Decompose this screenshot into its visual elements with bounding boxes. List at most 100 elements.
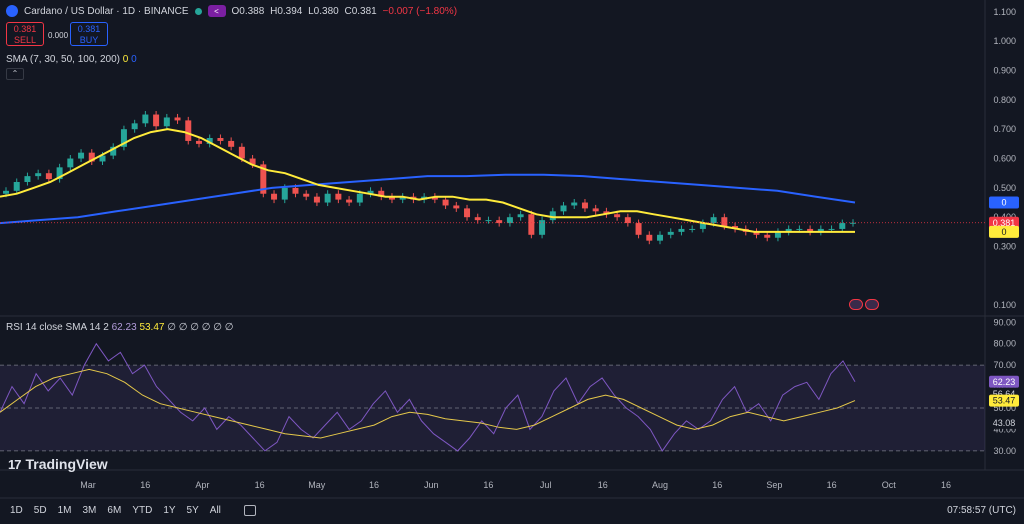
time-tick-label: 16 <box>483 480 493 490</box>
time-tick-label: Aug <box>652 480 668 490</box>
candle-body <box>689 228 696 230</box>
candle-body <box>217 138 224 141</box>
market-open-icon <box>194 7 202 15</box>
candle-body <box>238 146 245 159</box>
price-tick-label: 0.900 <box>993 66 1016 76</box>
rsi-value: 62.23 <box>111 322 137 333</box>
sma-legend[interactable]: SMA (7, 30, 50, 100, 200) 0 0 <box>6 54 137 65</box>
open-value: O0.388 <box>231 5 265 17</box>
tv-logo-icon: 17 <box>8 456 22 472</box>
candle-body <box>24 176 31 182</box>
candle-body <box>442 199 449 206</box>
cardano-icon <box>6 5 18 17</box>
candle-body <box>292 187 299 194</box>
candle-body <box>313 196 320 203</box>
price-tick-label: 0.800 <box>993 95 1016 105</box>
candle-body <box>657 234 664 241</box>
time-tick-label: Jul <box>540 480 552 490</box>
candle-body <box>506 217 513 224</box>
buy-button[interactable]: 0.381 BUY <box>70 22 108 46</box>
brand-name: TradingView <box>25 456 108 472</box>
range-1m[interactable]: 1M <box>58 505 72 516</box>
candle-body <box>142 114 149 124</box>
low-value: L0.380 <box>308 5 339 17</box>
price-tick-label: 1.100 <box>993 7 1016 17</box>
candle-body <box>474 217 481 221</box>
candle-body <box>549 211 556 221</box>
share-icon[interactable]: < <box>207 5 226 17</box>
candle-body <box>324 193 331 203</box>
candle-body <box>796 228 803 230</box>
time-tick-label: Oct <box>882 480 897 490</box>
candle-body <box>667 231 674 235</box>
candle-body <box>13 182 20 191</box>
candle-body <box>281 187 288 200</box>
candle-body <box>539 220 546 235</box>
rsi-sma-value: 53.47 <box>139 322 165 333</box>
candle-body <box>528 214 535 235</box>
sell-price: 0.381 <box>13 24 37 34</box>
candle-body <box>839 223 846 229</box>
candle-body <box>153 114 160 127</box>
symbol-title[interactable]: Cardano / US Dollar · 1D · BINANCE <box>24 6 189 17</box>
utc-clock[interactable]: 07:58:57 (UTC) <box>947 505 1016 516</box>
candle-body <box>624 217 631 224</box>
candle-body <box>517 214 524 218</box>
time-tick-label: Mar <box>80 480 96 490</box>
time-tick-label: 16 <box>369 480 379 490</box>
candle-body <box>78 152 85 159</box>
candle-body <box>163 117 170 127</box>
range-6m[interactable]: 6M <box>107 505 121 516</box>
time-tick-label: May <box>308 480 326 490</box>
us-flag-icon[interactable] <box>865 299 879 310</box>
rsi-value-label: 62.23 <box>993 377 1016 387</box>
range-5y[interactable]: 5Y <box>187 505 199 516</box>
range-5d[interactable]: 5D <box>34 505 47 516</box>
candle-body <box>614 214 621 218</box>
rsi-tick-label: 90.00 <box>993 317 1016 327</box>
buy-price: 0.381 <box>77 24 101 34</box>
candle-body <box>646 234 653 241</box>
candle-body <box>453 205 460 209</box>
range-toolbar: 1D 5D 1M 3M 6M YTD 1Y 5Y All <box>10 505 256 516</box>
price-chart[interactable]: 1.1001.0000.9000.8000.7000.6000.5000.400… <box>0 0 1024 524</box>
price-tick-label: 0.100 <box>993 300 1016 310</box>
tradingview-logo: 17 TradingView <box>8 456 108 472</box>
rsi-legend[interactable]: RSI 14 close SMA 14 2 62.23 53.47 ∅ ∅ ∅ … <box>6 322 233 333</box>
range-1d[interactable]: 1D <box>10 505 23 516</box>
range-ytd[interactable]: YTD <box>132 505 152 516</box>
collapse-legend-button[interactable]: ⌃ <box>6 68 24 80</box>
candle-body <box>592 208 599 212</box>
candle-body <box>67 158 74 168</box>
candle-body <box>560 205 567 212</box>
rsi-rest: ∅ ∅ ∅ ∅ ∅ ∅ <box>167 322 234 333</box>
sell-label: SELL <box>13 35 37 45</box>
time-tick-label: Apr <box>195 480 209 490</box>
price-tick-label: 0.500 <box>993 183 1016 193</box>
candle-body <box>174 117 181 121</box>
candle-body <box>356 193 363 203</box>
us-flag-icon[interactable] <box>849 299 863 310</box>
time-tick-label: 16 <box>941 480 951 490</box>
rsi-sma-value-label: 53.47 <box>993 396 1016 406</box>
blue-price-label: 0 <box>1001 198 1006 208</box>
rsi-tick-label: 80.00 <box>993 339 1016 349</box>
price-tick-label: 0.600 <box>993 154 1016 164</box>
rsi-tick-label: 30.00 <box>993 446 1016 456</box>
calendar-icon[interactable] <box>243 505 256 516</box>
buy-label: BUY <box>79 35 99 45</box>
range-1y[interactable]: 1Y <box>163 505 175 516</box>
high-value: H0.394 <box>270 5 303 17</box>
range-3m[interactable]: 3M <box>83 505 97 516</box>
candle-body <box>3 190 9 194</box>
price-tick-label: 0.700 <box>993 124 1016 134</box>
range-all[interactable]: All <box>210 505 221 516</box>
candle-body <box>303 193 310 197</box>
candle-body <box>185 120 192 141</box>
candle-body <box>195 140 202 144</box>
candle-body <box>710 217 717 224</box>
change-value: −0.007 (−1.80%) <box>382 5 458 17</box>
event-flags[interactable] <box>849 299 879 310</box>
candle-body <box>346 199 353 203</box>
sell-button[interactable]: 0.381 SELL <box>6 22 44 46</box>
